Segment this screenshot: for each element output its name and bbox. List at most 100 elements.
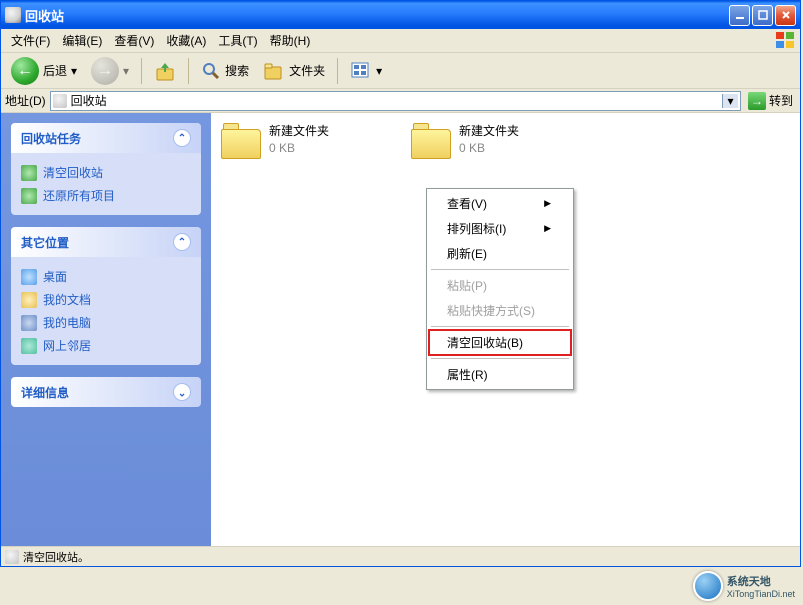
submenu-arrow-icon: ▶ [544,198,551,209]
menu-tools[interactable]: 工具(T) [212,30,263,51]
folder-item[interactable]: 新建文件夹 0 KB [221,123,381,159]
menubar: 文件(F) 编辑(E) 查看(V) 收藏(A) 工具(T) 帮助(H) [1,29,800,53]
restore-icon [21,188,37,204]
search-button[interactable]: 搜索 [195,58,255,84]
separator [431,326,569,327]
statusbar: 清空回收站。 [1,546,800,566]
folder-name: 新建文件夹 [459,123,519,140]
search-icon [201,61,221,81]
search-label: 搜索 [225,62,249,79]
separator [431,358,569,359]
back-button[interactable]: ← 后退 ▾ [5,54,83,88]
documents-icon [21,292,37,308]
cm-arrange[interactable]: 排列图标(I)▶ [429,216,571,241]
empty-icon [21,165,37,181]
desktop-icon [21,269,37,285]
forward-button: → ▾ [85,54,135,88]
place-documents[interactable]: 我的文档 [21,288,191,311]
cm-paste-shortcut: 粘贴快捷方式(S) [429,298,571,323]
separator [141,58,142,84]
expand-icon: ⌃ [173,383,191,401]
forward-icon: → [91,57,119,85]
place-label: 网上邻居 [43,337,91,354]
cm-refresh[interactable]: 刷新(E) [429,241,571,266]
recyclebin-icon [5,550,19,564]
recyclebin-icon [5,7,21,23]
tasks-panel-header[interactable]: 回收站任务 ⌃ [11,123,201,153]
folder-icon [411,123,453,159]
toolbar: ← 后退 ▾ → ▾ 搜索 文件夹 ▾ [1,53,800,89]
place-label: 我的电脑 [43,314,91,331]
up-button[interactable] [148,57,182,85]
separator [431,269,569,270]
watermark-title: 系统天地 [727,573,795,589]
windows-flag-icon [774,30,798,50]
address-input[interactable]: 回收站 ▾ [50,91,741,111]
folder-item[interactable]: 新建文件夹 0 KB [411,123,571,159]
close-button[interactable] [775,5,796,26]
place-network[interactable]: 网上邻居 [21,334,191,357]
folder-size: 0 KB [459,140,519,157]
folder-icon [221,123,263,159]
menu-help[interactable]: 帮助(H) [264,30,317,51]
context-menu: 查看(V)▶ 排列图标(I)▶ 刷新(E) 粘贴(P) 粘贴快捷方式(S) 清空… [426,188,574,390]
menu-view[interactable]: 查看(V) [108,30,160,51]
cm-view[interactable]: 查看(V)▶ [429,191,571,216]
separator [188,58,189,84]
task-empty-recyclebin[interactable]: 清空回收站 [21,161,191,184]
chevron-down-icon: ▾ [71,64,77,78]
folders-icon [263,61,285,81]
places-panel-header[interactable]: 其它位置 ⌃ [11,227,201,257]
back-icon: ← [11,57,39,85]
place-label: 我的文档 [43,291,91,308]
panel-title: 其它位置 [21,234,69,251]
menu-favorites[interactable]: 收藏(A) [160,30,212,51]
tasks-panel: 回收站任务 ⌃ 清空回收站 还原所有项目 [11,123,201,215]
folders-label: 文件夹 [289,62,325,79]
folder-name: 新建文件夹 [269,123,329,140]
folder-size: 0 KB [269,140,329,157]
computer-icon [21,315,37,331]
address-value: 回收站 [71,92,722,109]
views-icon [350,61,372,81]
task-label: 还原所有项目 [43,187,115,204]
go-label: 转到 [769,92,793,109]
address-label: 地址(D) [5,92,46,109]
folder-up-icon [154,60,176,82]
watermark-url: XiTongTianDi.net [727,589,795,599]
collapse-icon: ⌃ [173,129,191,147]
explorer-window: 回收站 文件(F) 编辑(E) 查看(V) 收藏(A) 工具(T) 帮助(H) … [0,0,801,567]
place-desktop[interactable]: 桌面 [21,265,191,288]
network-icon [21,338,37,354]
separator [337,58,338,84]
chevron-down-icon: ▾ [376,64,382,78]
minimize-button[interactable] [729,5,750,26]
details-panel: 详细信息 ⌃ [11,377,201,407]
panel-title: 回收站任务 [21,130,81,147]
menu-edit[interactable]: 编辑(E) [56,30,108,51]
recyclebin-icon [53,94,67,108]
go-icon: → [748,92,766,110]
status-text: 清空回收站。 [23,549,89,565]
task-restore-all[interactable]: 还原所有项目 [21,184,191,207]
details-panel-header[interactable]: 详细信息 ⌃ [11,377,201,407]
chevron-down-icon: ▾ [123,64,129,78]
place-computer[interactable]: 我的电脑 [21,311,191,334]
titlebar[interactable]: 回收站 [1,1,800,29]
maximize-button[interactable] [752,5,773,26]
address-dropdown[interactable]: ▾ [722,94,738,108]
cm-properties[interactable]: 属性(R) [429,362,571,387]
folders-button[interactable]: 文件夹 [257,58,331,84]
collapse-icon: ⌃ [173,233,191,251]
addressbar: 地址(D) 回收站 ▾ → 转到 [1,89,800,113]
task-label: 清空回收站 [43,164,103,181]
places-panel: 其它位置 ⌃ 桌面 我的文档 我的电脑 网上邻居 [11,227,201,365]
cm-empty-recyclebin[interactable]: 清空回收站(B) [429,330,571,355]
place-label: 桌面 [43,268,67,285]
submenu-arrow-icon: ▶ [544,223,551,234]
menu-file[interactable]: 文件(F) [5,30,56,51]
views-button[interactable]: ▾ [344,58,388,84]
watermark: 系统天地 XiTongTianDi.net [693,571,795,601]
go-button[interactable]: → 转到 [745,91,796,111]
back-label: 后退 [43,62,67,79]
